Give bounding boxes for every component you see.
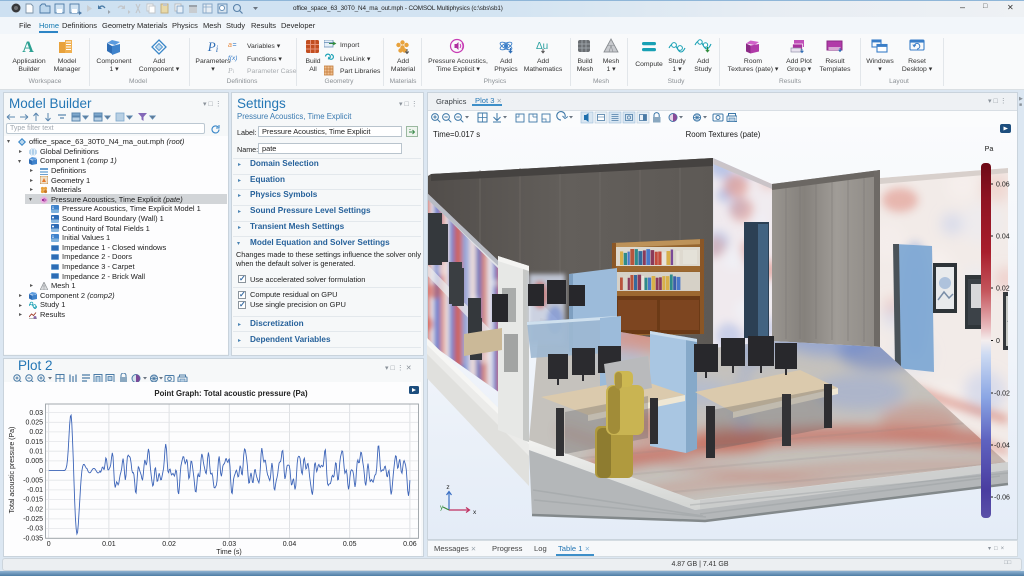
svg-text:-0.06: -0.06 [994, 495, 1010, 502]
svg-text:Time (s): Time (s) [216, 549, 241, 556]
svg-text:0.01: 0.01 [29, 448, 43, 455]
svg-text:0.06: 0.06 [403, 541, 417, 548]
svg-text:-0.02: -0.02 [994, 391, 1010, 398]
svg-text:Point Graph: Total acoustic pr: Point Graph: Total acoustic pressure (Pa… [154, 389, 308, 398]
svg-text:0: 0 [39, 468, 43, 475]
svg-text:-0.04: -0.04 [994, 443, 1010, 450]
svg-text:0.01: 0.01 [102, 541, 116, 548]
svg-text:z: z [446, 484, 449, 491]
svg-text:Room Textures (pate): Room Textures (pate) [686, 130, 761, 139]
svg-text:0.06: 0.06 [996, 182, 1010, 189]
svg-text:-0.01: -0.01 [27, 487, 43, 494]
svg-text:-0.005: -0.005 [23, 477, 43, 484]
svg-text:-0.015: -0.015 [23, 497, 43, 504]
svg-text:Time=0.017 s: Time=0.017 s [433, 130, 480, 139]
svg-text:Pa: Pa [985, 144, 994, 153]
svg-text:0: 0 [47, 541, 51, 548]
svg-text:0.02: 0.02 [162, 541, 176, 548]
svg-text:0.03: 0.03 [29, 410, 43, 417]
svg-text:0.005: 0.005 [25, 458, 43, 465]
svg-text:0.04: 0.04 [283, 541, 297, 548]
svg-text:-0.025: -0.025 [23, 516, 43, 523]
svg-text:0.015: 0.015 [25, 439, 43, 446]
svg-text:-0.03: -0.03 [27, 526, 43, 533]
svg-text:0.04: 0.04 [996, 234, 1010, 241]
svg-text:0.03: 0.03 [222, 541, 236, 548]
svg-text:-0.035: -0.035 [23, 535, 43, 542]
svg-text:0.025: 0.025 [25, 420, 43, 427]
svg-text:0.02: 0.02 [29, 429, 43, 436]
svg-text:-0.02: -0.02 [27, 506, 43, 513]
svg-text:Δu: Δu [536, 41, 548, 52]
svg-text:0.05: 0.05 [343, 541, 357, 548]
svg-text:0: 0 [996, 338, 1000, 345]
svg-text:0.02: 0.02 [996, 286, 1010, 293]
svg-text:Total acoustic pressure (Pa): Total acoustic pressure (Pa) [9, 427, 16, 514]
